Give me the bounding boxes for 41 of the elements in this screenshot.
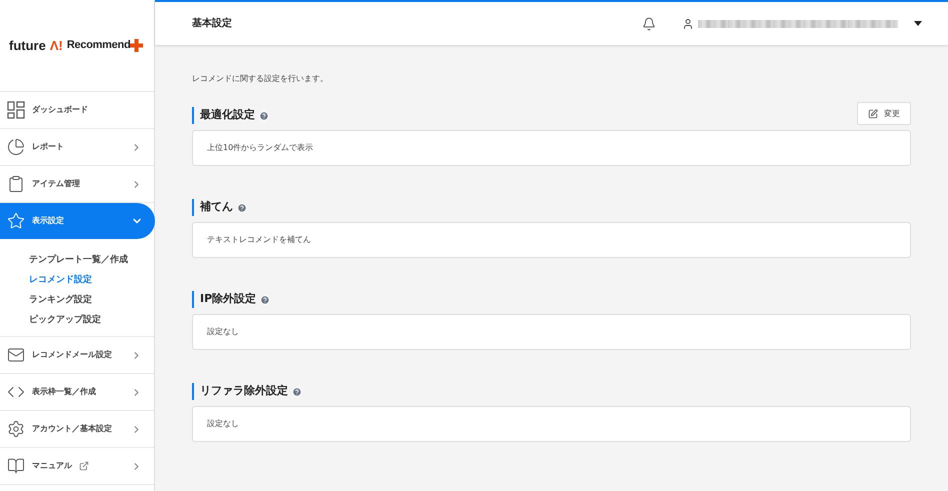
submenu-item[interactable]: ランキング設定 — [0, 290, 154, 310]
help-icon[interactable] — [292, 386, 302, 396]
section-title: 補てん — [200, 199, 233, 216]
setting-value: 設定なし — [207, 326, 239, 338]
nav-item[interactable]: ダッシュボード — [0, 92, 154, 128]
description: レコメンドに関する設定を行います。 — [192, 73, 329, 85]
setting-value: 上位10件からランダムで表示 — [207, 142, 314, 154]
submenu-item[interactable]: レコメンド設定 — [0, 270, 154, 290]
edit-icon — [868, 108, 878, 118]
mail-icon — [7, 346, 25, 364]
nav-item[interactable]: 表示設定 — [0, 203, 155, 239]
caret-icon[interactable] — [914, 21, 922, 26]
help-icon[interactable] — [260, 294, 270, 304]
nav-item[interactable]: アカウント／基本設定 — [0, 411, 154, 447]
external-link-icon — [79, 461, 89, 471]
page-title: 基本設定 — [192, 16, 232, 31]
nav-item[interactable]: アイテム管理 — [0, 166, 154, 202]
plus-icon — [130, 39, 144, 52]
edit-button[interactable]: 変更 — [857, 102, 911, 125]
settings-icon — [7, 420, 25, 438]
nav-item[interactable]: レポート — [0, 129, 154, 165]
help-icon[interactable] — [259, 110, 269, 120]
user-icon — [682, 18, 694, 30]
submenu-item[interactable]: ピックアップ設定 — [0, 310, 154, 330]
submenu-item[interactable]: テンプレート一覧／作成 — [0, 250, 154, 270]
setting-value: 設定なし — [207, 418, 239, 430]
help-icon[interactable] — [237, 202, 247, 212]
section-title: 最適化設定 — [200, 107, 255, 124]
pie-chart-icon — [7, 138, 25, 156]
nav-item[interactable]: 表示枠一覧／作成 — [0, 374, 154, 410]
nav-item[interactable]: レコメンドメール設定 — [0, 337, 154, 373]
setting-value: テキストレコメンドを補てん — [207, 234, 311, 246]
logo: future Λ! Recommend — [0, 0, 154, 92]
section-title: リファラ除外設定 — [200, 383, 288, 400]
clipboard-icon — [7, 175, 25, 193]
star-icon — [7, 212, 25, 230]
grid-icon — [7, 101, 25, 119]
nav-item[interactable]: マニュアル — [0, 448, 154, 484]
bell-icon[interactable] — [642, 16, 656, 30]
section-title: IP除外設定 — [200, 291, 256, 308]
book-icon — [7, 457, 25, 475]
